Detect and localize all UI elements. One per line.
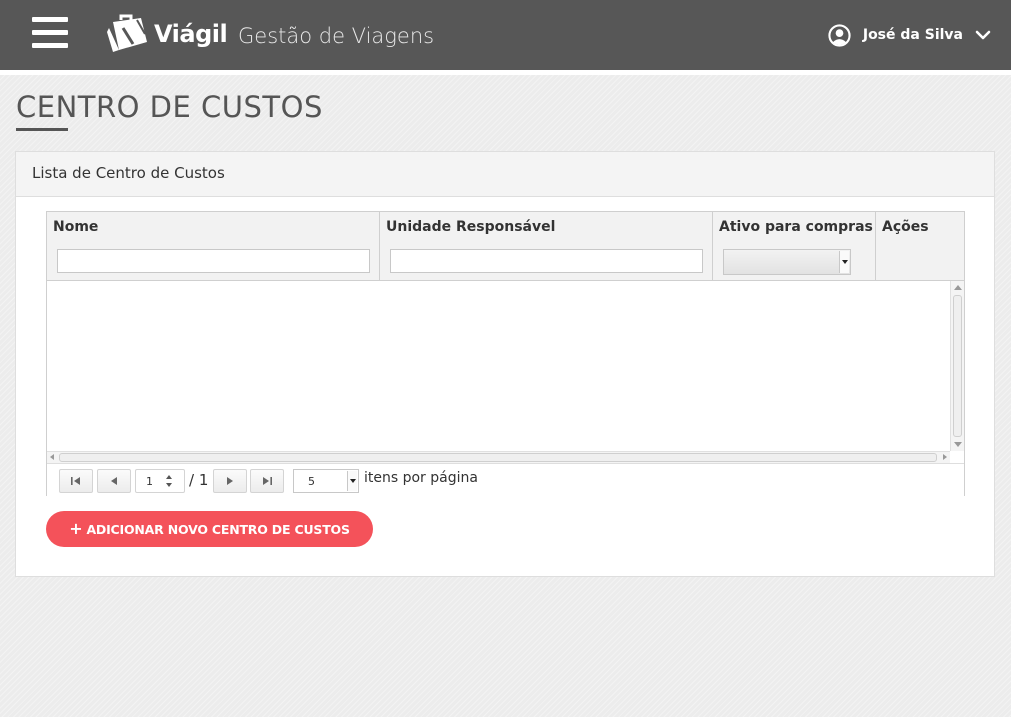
add-cost-center-label: ADICIONAR NOVO CENTRO DE CUSTOS	[86, 521, 350, 537]
viagil-logo[interactable]	[107, 14, 151, 54]
column-header-unidade[interactable]: Unidade Responsável	[386, 219, 555, 235]
brand-name: Viágil	[154, 20, 228, 48]
column-header-nome[interactable]: Nome	[53, 219, 98, 235]
column-header-ativo[interactable]: Ativo para compras	[719, 219, 873, 235]
horizontal-scrollbar[interactable]	[47, 451, 950, 463]
current-page: 1	[146, 475, 153, 488]
grid-header: Nome Unidade Responsável Ativo para comp…	[47, 212, 964, 281]
column-ativo: Ativo para compras	[713, 212, 876, 280]
page-spinner-icon[interactable]	[166, 474, 174, 488]
page-number-input[interactable]: 1	[135, 469, 185, 493]
vertical-scrollbar[interactable]	[950, 281, 964, 451]
prev-page-icon	[111, 477, 117, 485]
page-title: CENTRO DE CUSTOS	[16, 90, 323, 124]
scroll-up-icon[interactable]	[954, 285, 962, 290]
user-avatar-icon	[828, 23, 851, 47]
next-page-button[interactable]	[213, 469, 247, 493]
vertical-scroll-thumb[interactable]	[953, 295, 962, 437]
first-page-icon	[71, 477, 80, 485]
filter-nome-input[interactable]	[57, 249, 370, 273]
column-nome: Nome	[47, 212, 380, 280]
scroll-right-icon[interactable]	[943, 454, 947, 460]
column-header-acoes: Ações	[882, 219, 929, 235]
scroll-down-icon[interactable]	[954, 442, 962, 447]
filter-unidade-input[interactable]	[390, 249, 703, 273]
column-unidade: Unidade Responsável	[380, 212, 713, 280]
dropdown-arrow-icon	[839, 251, 849, 273]
filter-ativo-select[interactable]	[723, 249, 851, 275]
column-acoes: Ações	[876, 212, 964, 280]
app-title: Gestão de Viagens	[238, 24, 435, 48]
first-page-button[interactable]	[59, 469, 93, 493]
panel-heading: Lista de Centro de Custos	[16, 152, 994, 197]
prev-page-button[interactable]	[97, 469, 131, 493]
total-pages: / 1	[189, 471, 209, 489]
items-per-page-label: itens por página	[364, 470, 478, 486]
dropdown-arrow-icon	[347, 471, 357, 491]
next-page-icon	[227, 477, 233, 485]
last-page-icon	[263, 477, 272, 485]
menu-icon[interactable]	[32, 17, 68, 48]
cost-center-panel: Lista de Centro de Custos Nome Unidade R…	[15, 151, 995, 577]
last-page-button[interactable]	[250, 469, 284, 493]
page-size-select[interactable]: 5	[293, 469, 359, 493]
horizontal-scroll-thumb[interactable]	[59, 453, 937, 462]
top-navbar: Viágil Gestão de Viagens José da Silva	[0, 0, 1011, 75]
page-size-value: 5	[308, 475, 315, 488]
user-name: José da Silva	[862, 27, 963, 43]
scroll-left-icon[interactable]	[50, 454, 54, 460]
chevron-down-icon	[975, 30, 991, 40]
plus-icon: +	[69, 519, 83, 538]
add-cost-center-button[interactable]: + ADICIONAR NOVO CENTRO DE CUSTOS	[46, 511, 373, 547]
title-underline	[16, 128, 68, 131]
grid-body-empty	[47, 281, 950, 451]
user-menu[interactable]: José da Silva	[828, 22, 991, 48]
cost-center-grid: Nome Unidade Responsável Ativo para comp…	[46, 211, 965, 496]
pager: 1 / 1 5 itens por página	[47, 463, 964, 496]
